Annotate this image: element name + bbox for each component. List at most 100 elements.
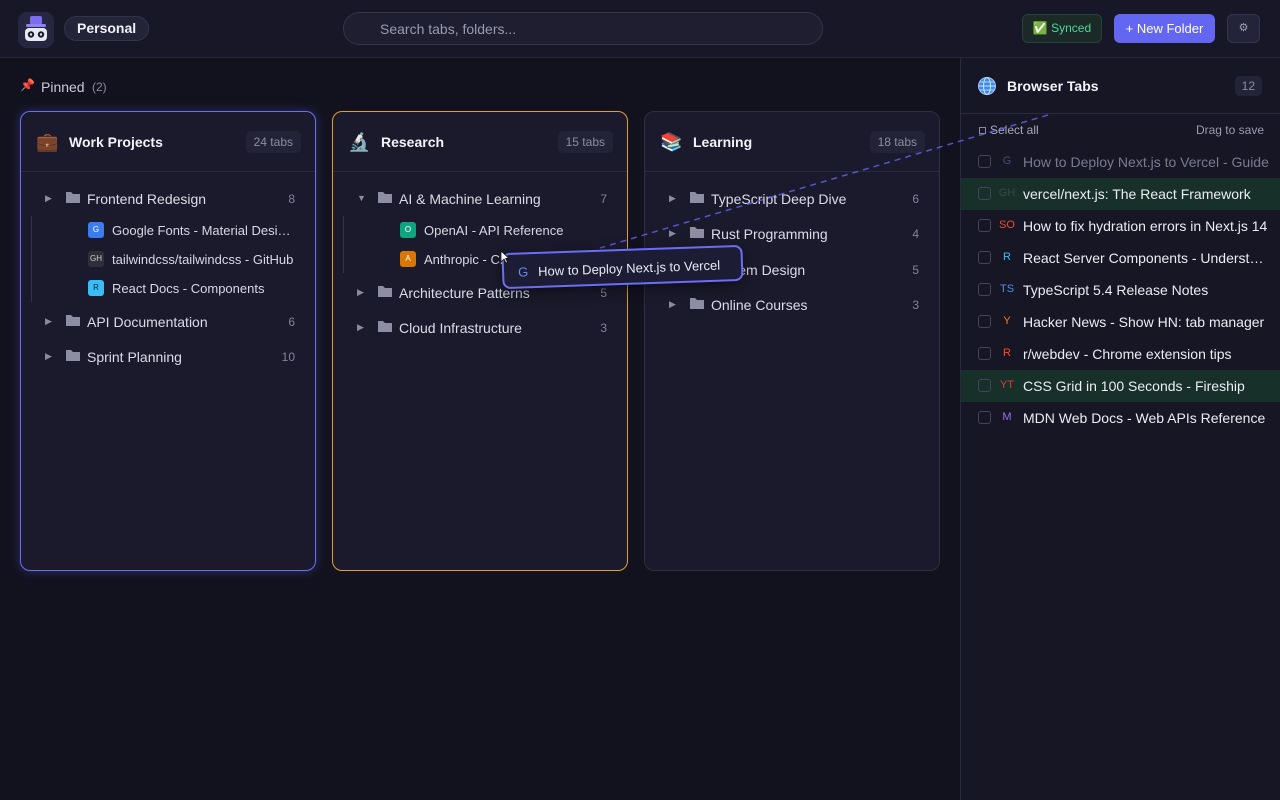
tab-item[interactable]: O OpenAI - API Reference [333, 220, 627, 242]
card-header: 💼 Work Projects 24 tabs [21, 112, 315, 172]
browser-tabs-panel: Browser Tabs 12 Select all Drag to save … [960, 58, 1280, 800]
tab-item[interactable]: R React Docs - Components [21, 278, 315, 300]
tab-title: How to Deploy Next.js to Vercel - Guide [1023, 154, 1269, 170]
folder-row-api-documentation[interactable]: ▶ API Documentation 6 [21, 310, 315, 334]
chevron-right-icon[interactable]: ▶ [45, 316, 52, 327]
folder-row-frontend-redesign[interactable]: ▶ Frontend Redesign 8 [21, 187, 315, 211]
folder-count: 10 [281, 350, 295, 364]
folder-row-online-courses[interactable]: ▶ Online Courses 3 [645, 293, 939, 317]
card-tab-count: 24 tabs [245, 131, 301, 153]
folder-count: 3 [600, 321, 607, 335]
folder-card-learning[interactable]: 📚 Learning 18 tabs ▶ TypeScript Deep Div… [644, 111, 940, 571]
tab-checkbox[interactable] [978, 187, 991, 200]
folder-icon [689, 190, 705, 204]
tab-checkbox[interactable] [978, 411, 991, 424]
folder-name: Online Courses [711, 297, 808, 313]
folder-row-cloud-infrastructure[interactable]: ▶ Cloud Infrastructure 3 [333, 316, 627, 340]
tab-checkbox[interactable] [978, 219, 991, 232]
tab-title: OpenAI - API Reference [424, 223, 564, 238]
tab-title: React Server Components - Understanding … [1023, 250, 1269, 266]
drag-preview-title: How to Deploy Next.js to Vercel [537, 257, 721, 279]
github-favicon-icon: GH [998, 187, 1016, 199]
pin-icon: 📌 [20, 78, 35, 92]
folder-count: 5 [600, 286, 607, 300]
folder-count: 5 [912, 263, 919, 277]
folder-count: 7 [600, 192, 607, 206]
tab-checkbox[interactable] [978, 283, 991, 296]
chevron-right-icon[interactable]: ▶ [45, 193, 52, 204]
browser-tab-row[interactable]: YT CSS Grid in 100 Seconds - Fireship [961, 370, 1280, 402]
folder-icon [689, 225, 705, 239]
tab-checkbox[interactable] [978, 251, 991, 264]
app-logo[interactable] [18, 12, 54, 48]
folder-name: Rust Programming [711, 226, 828, 242]
select-all-toggle[interactable]: Select all [979, 123, 1039, 137]
folder-icon [377, 319, 393, 333]
drag-to-save-hint: Drag to save [1195, 123, 1264, 137]
mdn-favicon-icon: M [1002, 411, 1012, 423]
new-folder-button[interactable]: + New Folder [1114, 14, 1215, 43]
chevron-right-icon[interactable]: ▶ [669, 193, 676, 204]
tab-title: tailwindcss/tailwindcss - GitHub [112, 252, 294, 267]
browser-tab-row[interactable]: G How to Deploy Next.js to Vercel - Guid… [961, 146, 1280, 178]
folder-name: AI & Machine Learning [399, 191, 541, 207]
chevron-right-icon[interactable]: ▶ [45, 351, 52, 362]
tab-title: How to fix hydration errors in Next.js 1… [1023, 218, 1268, 234]
folder-name: TypeScript Deep Dive [711, 191, 847, 207]
card-tab-count: 18 tabs [869, 131, 925, 153]
reddit-favicon-icon: R [1003, 347, 1011, 359]
chevron-right-icon[interactable]: ▶ [357, 322, 364, 333]
tab-checkbox[interactable] [978, 379, 991, 392]
browser-tab-row[interactable]: R r/webdev - Chrome extension tips [961, 338, 1280, 370]
hackernews-favicon-icon: Y [1003, 315, 1011, 327]
github-favicon-icon: GH [88, 251, 104, 267]
browser-tab-row[interactable]: Y Hacker News - Show HN: tab manager [961, 306, 1280, 338]
react-favicon-icon: R [88, 280, 104, 296]
folder-row-typescript-deep-dive[interactable]: ▶ TypeScript Deep Dive 6 [645, 187, 939, 211]
tab-title: r/webdev - Chrome extension tips [1023, 346, 1232, 362]
folder-row-ai-machine-learning[interactable]: ▼ AI & Machine Learning 7 [333, 187, 627, 211]
chevron-right-icon[interactable]: ▶ [357, 287, 364, 298]
browser-tab-row[interactable]: GH vercel/next.js: The React Framework [961, 178, 1280, 210]
browser-tab-row[interactable]: M MDN Web Docs - Web APIs Reference [961, 402, 1280, 434]
tab-item[interactable]: G Google Fonts - Material Design Icons [21, 220, 315, 242]
folder-count: 8 [288, 192, 295, 206]
react-favicon-icon: R [1003, 251, 1011, 263]
chevron-right-icon[interactable]: ▶ [669, 299, 676, 310]
tab-checkbox[interactable] [978, 315, 991, 328]
youtube-favicon-icon: YT [999, 379, 1015, 391]
app-header: Personal ✅ Synced + New Folder ⚙ [0, 0, 1280, 58]
tab-title: Hacker News - Show HN: tab manager [1023, 314, 1265, 330]
google-favicon-icon: G [517, 264, 529, 280]
workspace-switcher[interactable]: Personal [64, 16, 150, 41]
chevron-right-icon[interactable]: ▶ [669, 228, 676, 239]
folder-icon [65, 313, 81, 327]
folder-icon [689, 296, 705, 310]
tab-item[interactable]: GH tailwindcss/tailwindcss - GitHub [21, 249, 315, 271]
books-icon: 📚 [660, 132, 683, 152]
browser-tab-row[interactable]: R React Server Components - Understandin… [961, 242, 1280, 274]
search-bar[interactable] [343, 12, 823, 45]
tab-title: MDN Web Docs - Web APIs Reference [1023, 410, 1266, 426]
chevron-down-icon[interactable]: ▼ [357, 193, 366, 203]
folder-row-rust-programming[interactable]: ▶ Rust Programming 4 [645, 222, 939, 246]
folder-row-sprint-planning[interactable]: ▶ Sprint Planning 10 [21, 345, 315, 369]
tab-title: React Docs - Components [112, 281, 265, 296]
folder-icon [377, 284, 393, 298]
tab-checkbox[interactable] [978, 155, 991, 168]
folder-icon [65, 348, 81, 362]
search-input[interactable] [380, 13, 810, 44]
folder-icon [65, 190, 81, 204]
browser-tab-row[interactable]: TS TypeScript 5.4 Release Notes [961, 274, 1280, 306]
panel-tab-count: 12 [1234, 76, 1262, 96]
tab-title: vercel/next.js: The React Framework [1023, 186, 1251, 202]
card-header: 🔬 Research 15 tabs [333, 112, 627, 172]
folder-card-work-projects[interactable]: 💼 Work Projects 24 tabs ▶ Frontend Redes… [20, 111, 316, 571]
stackoverflow-favicon-icon: SO [999, 219, 1015, 231]
folder-card-research[interactable]: 🔬 Research 15 tabs ▼ AI & Machine Learni… [332, 111, 628, 571]
google-favicon-icon: G [88, 222, 104, 238]
tab-checkbox[interactable] [978, 347, 991, 360]
google-favicon-icon: G [1002, 155, 1012, 167]
browser-tab-row[interactable]: SO How to fix hydration errors in Next.j… [961, 210, 1280, 242]
settings-button[interactable]: ⚙ [1227, 14, 1260, 43]
